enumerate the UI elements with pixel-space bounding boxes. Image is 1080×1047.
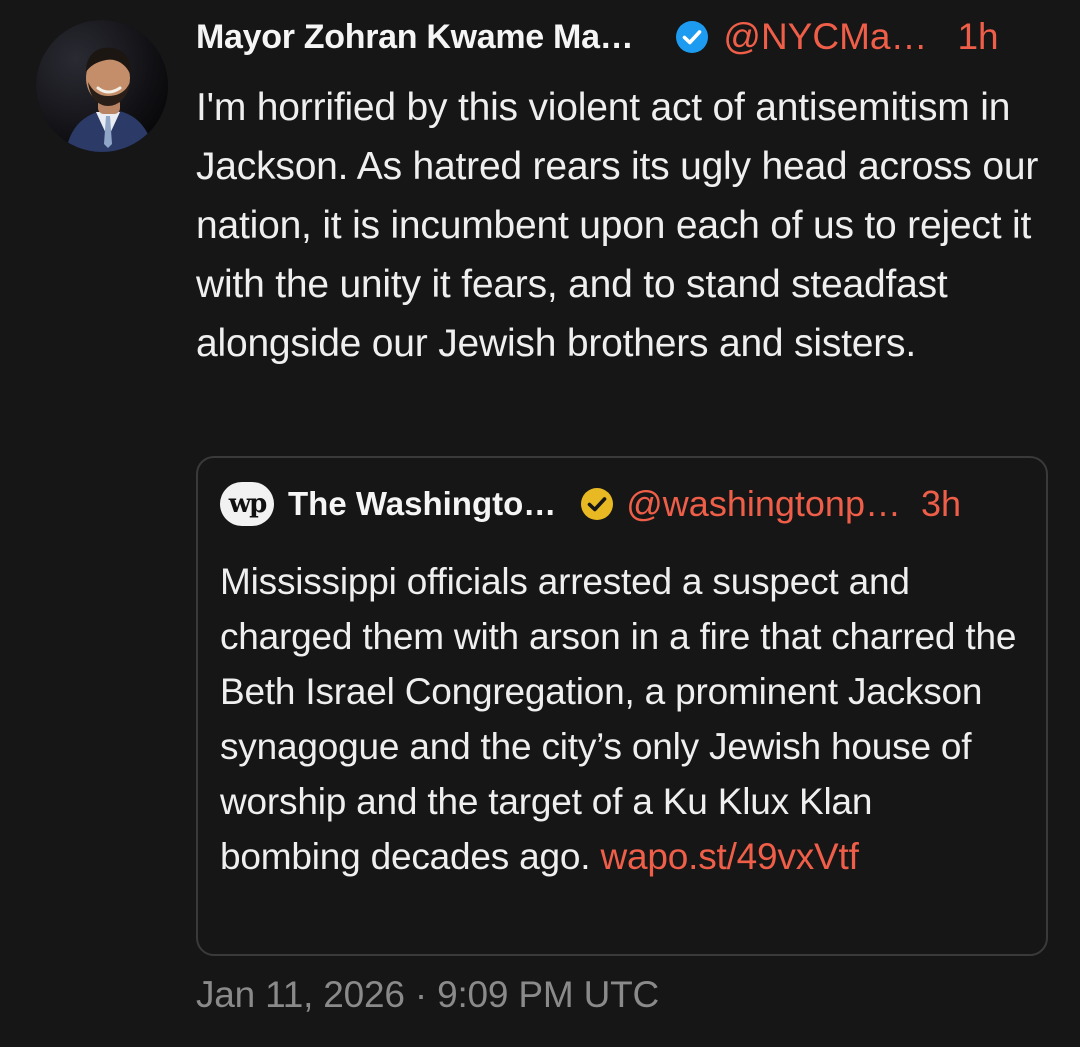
tweet: Mayor Zohran Kwame Ma… @NYCMa… 1h I'm ho… xyxy=(196,14,1056,373)
quoted-tweet-link[interactable]: wapo.st/49vxVtf xyxy=(600,836,858,877)
tweet-page: Mayor Zohran Kwame Ma… @NYCMa… 1h I'm ho… xyxy=(0,0,1080,1047)
avatar-photo xyxy=(36,20,168,152)
quoted-tweet[interactable]: wp The Washingto… @washingtonp… 3h Missi… xyxy=(196,456,1048,956)
author-handle[interactable]: @NYCMa… xyxy=(723,16,927,58)
quoted-tweet-text: Mississippi officials arrested a suspect… xyxy=(220,561,1017,877)
quoted-tweet-header: wp The Washingto… @washingtonp… 3h xyxy=(220,480,961,528)
gold-verified-badge-icon xyxy=(580,487,614,521)
tweet-text: I'm horrified by this violent act of ant… xyxy=(196,86,1039,365)
author-name[interactable]: Mayor Zohran Kwame Ma… xyxy=(196,18,634,57)
quoted-author-name[interactable]: The Washingto… xyxy=(288,485,556,523)
quoted-tweet-text-block: Mississippi officials arrested a suspect… xyxy=(220,554,1020,884)
verified-badge-icon xyxy=(675,20,709,54)
tweet-time[interactable]: 1h xyxy=(957,16,998,58)
author-avatar[interactable] xyxy=(36,20,168,152)
quoted-author-handle[interactable]: @washingtonp… xyxy=(626,483,901,525)
quoted-tweet-time[interactable]: 3h xyxy=(921,483,961,525)
tweet-header: Mayor Zohran Kwame Ma… @NYCMa… 1h xyxy=(196,14,1056,60)
washington-post-logo-icon: wp xyxy=(220,482,274,526)
tweet-timestamp: Jan 11, 2026 · 9:09 PM UTC xyxy=(196,974,660,1015)
